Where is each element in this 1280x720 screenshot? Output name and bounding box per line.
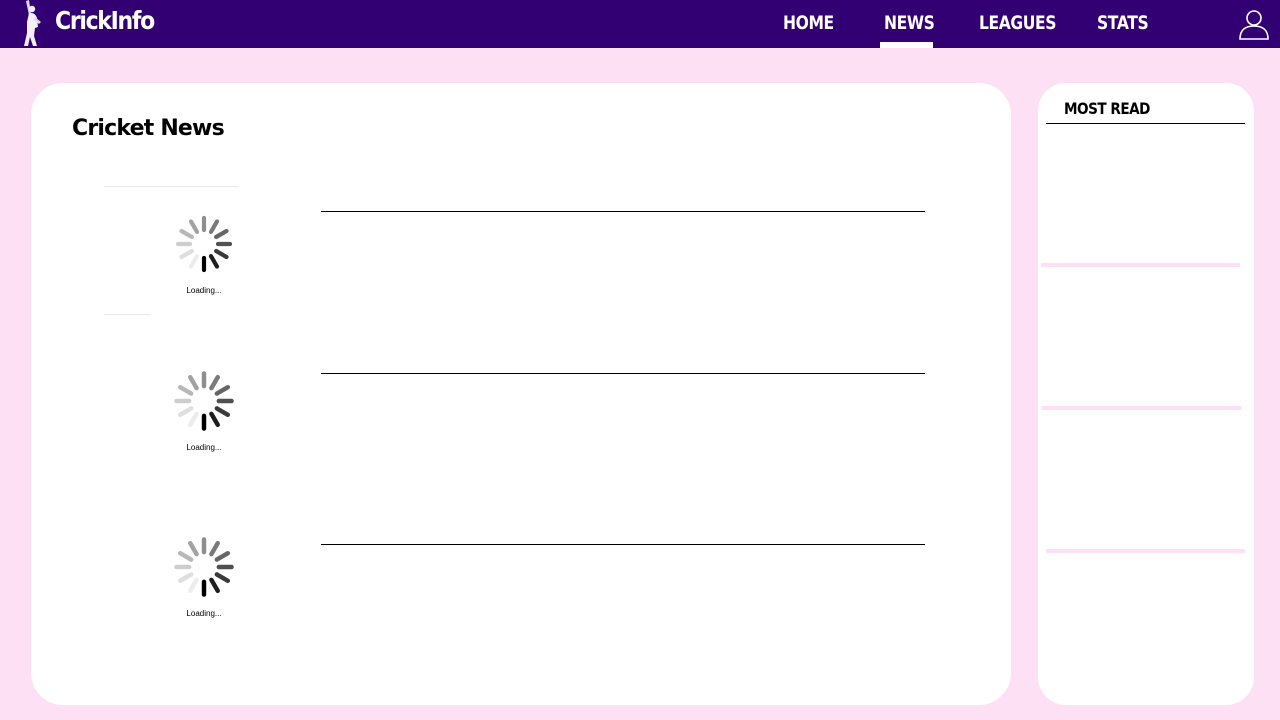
headline-divider	[321, 211, 925, 212]
nav-news[interactable]: NEWS	[884, 12, 935, 34]
sidebar-title: MOST READ	[1064, 99, 1150, 118]
sidebar-item-separator	[1041, 263, 1240, 267]
spinner-icon	[175, 215, 233, 273]
loading-text: Loading...	[186, 443, 222, 452]
nav-leagues[interactable]: LEAGUES	[979, 12, 1056, 34]
loading-spinner: Loading...	[164, 365, 244, 465]
sidebar-item-separator	[1046, 549, 1245, 553]
news-item[interactable]: Loading...	[31, 353, 1011, 503]
loading-spinner: Loading...	[164, 210, 244, 310]
headline-divider	[321, 373, 925, 374]
loading-spinner: Loading...	[164, 531, 244, 631]
sidebar-title-divider	[1046, 123, 1245, 124]
loading-text: Loading...	[186, 286, 222, 295]
spinner-icon	[174, 537, 234, 597]
news-item[interactable]: Loading...	[31, 519, 1011, 669]
page-title: Cricket News	[72, 116, 225, 141]
thumbnail-edge	[104, 314, 150, 315]
brand-name[interactable]: CrickInfo	[55, 6, 155, 35]
top-navbar: CrickInfo HOME NEWS LEAGUES STATS	[0, 0, 1280, 48]
nav-active-indicator	[880, 42, 933, 48]
most-read-sidebar: MOST READ	[1038, 83, 1254, 705]
news-item[interactable]: Loading...	[31, 183, 1011, 333]
headline-divider	[321, 544, 925, 545]
nav-home[interactable]: HOME	[783, 12, 834, 34]
news-card: Cricket News Loading... Loading... Loadi…	[31, 83, 1011, 705]
user-profile-icon[interactable]	[1238, 8, 1270, 40]
nav-stats[interactable]: STATS	[1097, 12, 1149, 34]
loading-text: Loading...	[186, 609, 222, 618]
thumbnail-edge	[104, 186, 238, 187]
spinner-icon	[174, 371, 234, 431]
batsman-logo-icon[interactable]	[16, 0, 46, 48]
sidebar-item-separator	[1042, 406, 1241, 410]
